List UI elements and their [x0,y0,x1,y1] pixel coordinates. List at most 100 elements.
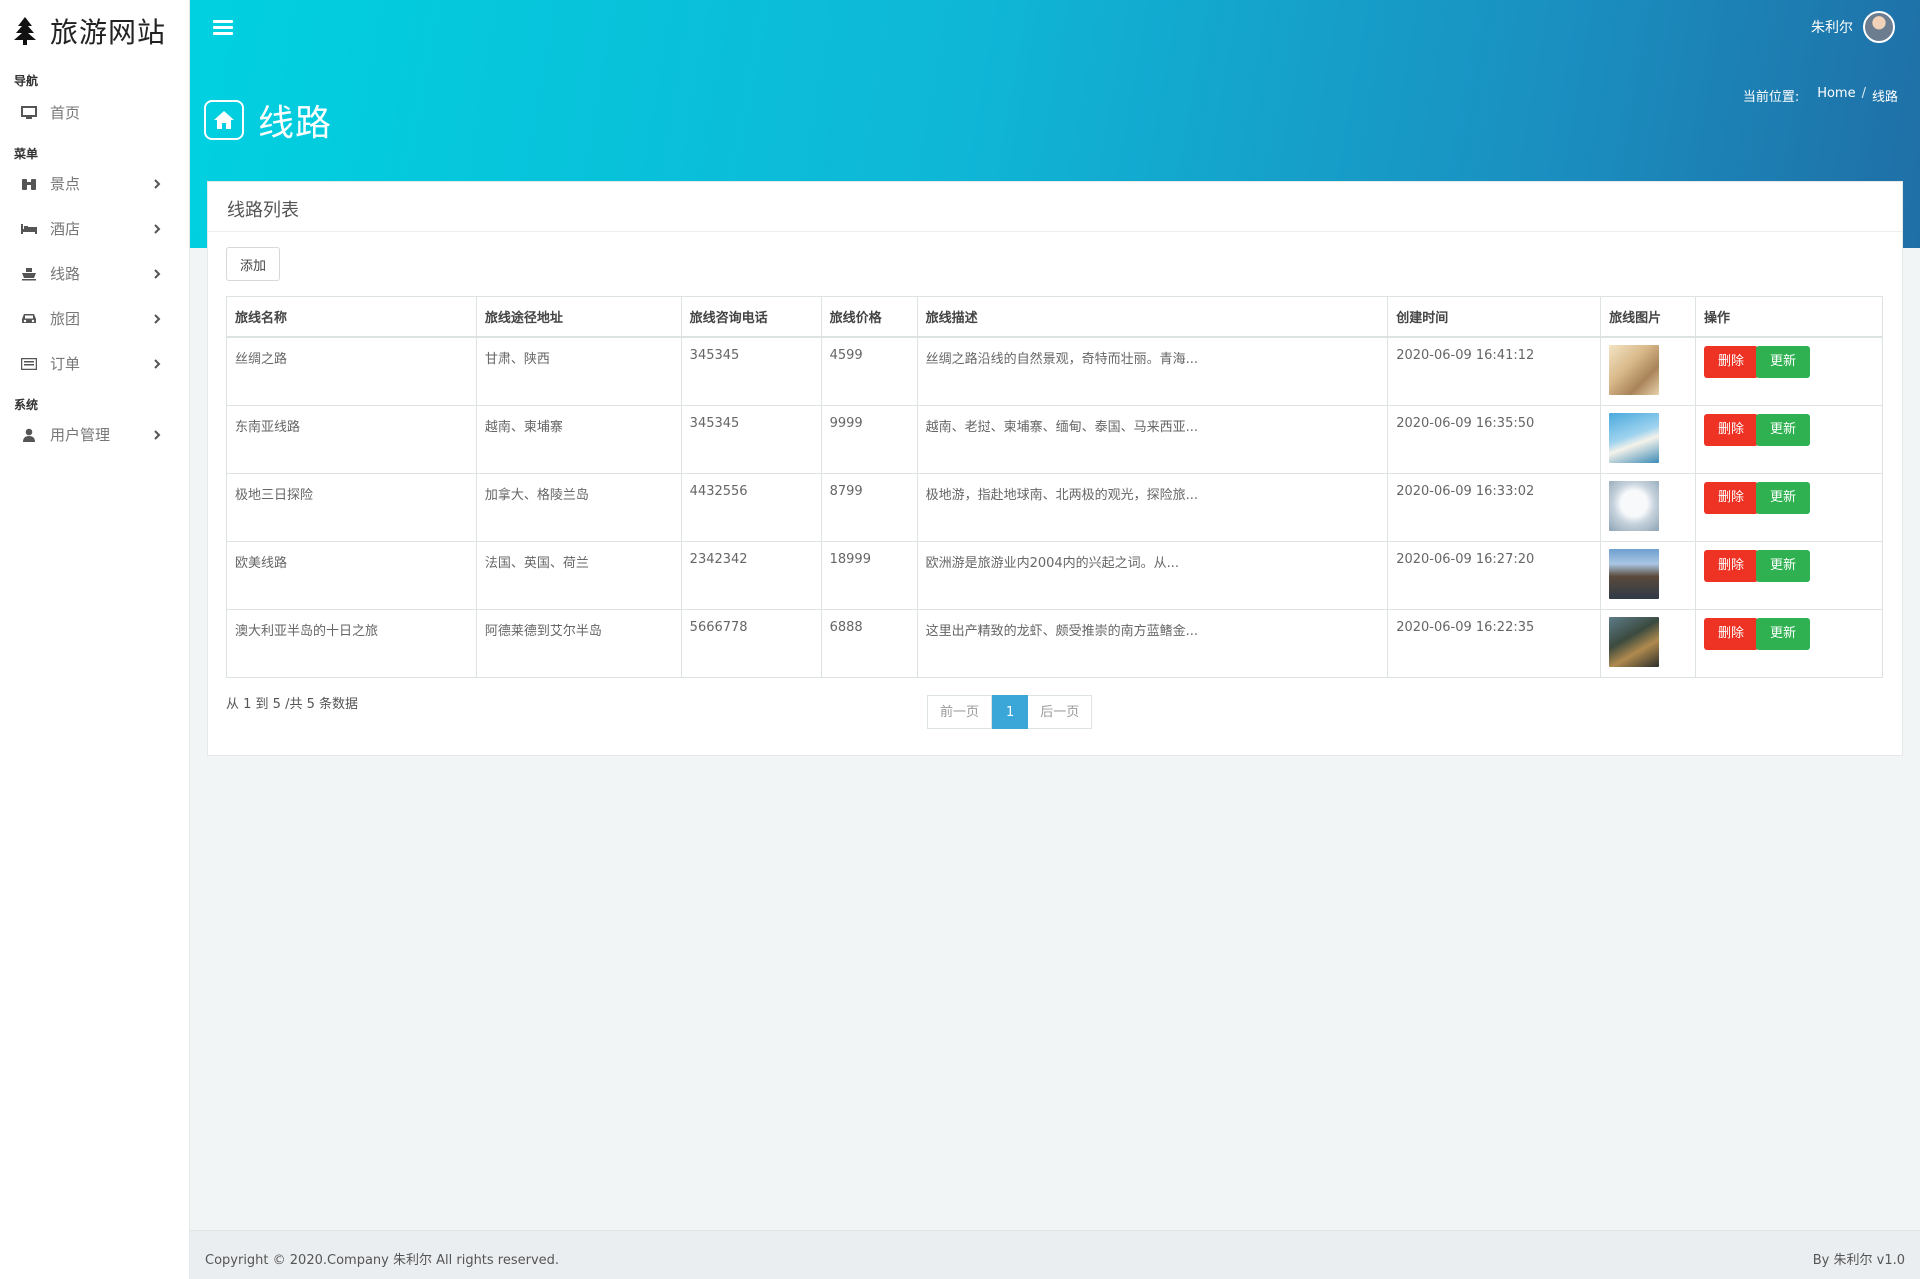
bed-icon [20,221,38,237]
route-name: 丝绸之路 [226,336,477,406]
chevron-right-icon [154,178,161,189]
column-header: 操作 [1695,296,1883,338]
sidebar-item-label: 首页 [50,104,81,122]
menu-toggle-icon[interactable] [213,20,233,36]
breadcrumb: 当前位置: Home / 线路 [1743,86,1898,105]
add-button[interactable]: 添加 [226,247,280,281]
delete-button[interactable]: 删除 [1704,618,1759,650]
update-button[interactable]: 更新 [1756,346,1811,378]
route-thumbnail [1609,345,1660,395]
footer-copyright: Copyright © 2020.Company 朱利尔 All rights … [205,1253,560,1268]
sidebar-item-home[interactable]: 首页 [0,90,189,135]
table-row: 极地三日探险 加拿大、格陵兰岛 4432556 8799 极地游，指赴地球南、北… [226,473,1883,542]
delete-button[interactable]: 删除 [1704,550,1759,582]
next-page-button[interactable]: 后一页 [1028,695,1093,729]
sidebar-item-label: 线路 [50,265,81,283]
sidebar-item-label: 旅团 [50,310,81,328]
delete-button[interactable]: 删除 [1704,414,1759,446]
route-actions: 删除 更新 [1695,541,1883,610]
sidebar-item-user-management[interactable]: 用户管理 [0,412,189,457]
route-address: 甘肃、陕西 [475,336,682,406]
ship-icon [20,266,38,282]
update-button[interactable]: 更新 [1756,414,1811,446]
route-description: 这里出产精致的龙虾、颇受推崇的南方蓝鳍金... [916,609,1389,678]
column-header: 旅线价格 [820,296,918,338]
route-created: 2020-06-09 16:33:02 [1387,473,1602,542]
route-thumbnail [1609,549,1660,599]
route-image-cell [1600,541,1697,610]
delete-button[interactable]: 删除 [1704,346,1759,378]
desktop-icon [20,105,38,121]
route-name: 极地三日探险 [226,473,477,542]
sidebar-item-orders[interactable]: 订单 [0,341,189,386]
update-button[interactable]: 更新 [1756,550,1811,582]
sidebar-item-tour-groups[interactable]: 旅团 [0,296,189,341]
route-name: 东南亚线路 [226,405,477,474]
route-address: 法国、英国、荷兰 [475,541,682,610]
page-header: 线路 [204,94,332,146]
route-image-cell [1600,336,1697,406]
route-address: 阿德莱德到艾尔半岛 [475,609,682,678]
section-menu-label: 菜单 [14,147,39,161]
route-address: 越南、柬埔寨 [475,405,682,474]
sidebar-item-label: 订单 [50,355,81,373]
route-actions: 删除 更新 [1695,336,1883,406]
chevron-right-icon [154,268,161,279]
car-icon [20,311,38,327]
sidebar-item-attractions[interactable]: 景点 [0,161,189,206]
route-actions: 删除 更新 [1695,405,1883,474]
route-created: 2020-06-09 16:35:50 [1387,405,1602,474]
page-title: 线路 [258,103,333,144]
route-address: 加拿大、格陵兰岛 [475,473,682,542]
route-actions: 删除 更新 [1695,473,1883,542]
routes-table: 旅线名称 旅线途径地址 旅线咨询电话 旅线价格 旅线描述 创建时间 旅线图片 操… [226,296,1883,678]
route-created: 2020-06-09 16:27:20 [1387,541,1602,610]
delete-button[interactable]: 删除 [1704,482,1759,514]
chevron-right-icon [154,223,161,234]
route-price: 8799 [820,473,918,542]
home-icon [204,100,244,140]
column-header: 旅线图片 [1600,296,1697,338]
route-actions: 删除 更新 [1695,609,1883,678]
brand-title: 旅游网站 [50,16,167,49]
column-header: 旅线描述 [916,296,1389,338]
sidebar-item-hotels[interactable]: 酒店 [0,206,189,251]
breadcrumb-home-link[interactable]: Home [1817,86,1855,105]
chevron-right-icon [154,429,161,440]
user-menu[interactable]: 朱利尔 [1811,11,1895,43]
breadcrumb-label: 当前位置: [1742,90,1800,105]
route-description: 欧洲游是旅游业内2004内的兴起之词。从... [916,541,1389,610]
column-header: 创建时间 [1387,296,1602,338]
brand[interactable]: 旅游网站 [0,0,189,62]
column-header: 旅线名称 [226,296,477,338]
column-header: 旅线咨询电话 [680,296,822,338]
breadcrumb-separator: / [1861,86,1866,101]
route-thumbnail [1609,481,1660,531]
table-row: 欧美线路 法国、英国、荷兰 2342342 18999 欧洲游是旅游业内2004… [226,541,1883,610]
table-row: 丝绸之路 甘肃、陕西 345345 4599 丝绸之路沿线的自然景观，奇特而壮丽… [226,336,1883,406]
route-image-cell [1600,473,1697,542]
update-button[interactable]: 更新 [1756,482,1811,514]
chevron-right-icon [154,358,161,369]
route-price: 9999 [820,405,918,474]
sidebar-item-routes[interactable]: 线路 [0,251,189,296]
route-price: 18999 [820,541,918,610]
sidebar-item-label: 景点 [50,175,81,193]
route-created: 2020-06-09 16:41:12 [1387,336,1602,406]
page-1-button[interactable]: 1 [992,695,1029,729]
route-image-cell [1600,609,1697,678]
card-title: 线路列表 [208,182,1902,232]
route-thumbnail [1609,413,1660,463]
route-phone: 345345 [680,336,822,406]
breadcrumb-current: 线路 [1871,90,1898,105]
route-description: 极地游，指赴地球南、北两极的观光，探险旅... [916,473,1389,542]
table-row: 澳大利亚半岛的十日之旅 阿德莱德到艾尔半岛 5666778 6888 这里出产精… [226,609,1883,678]
update-button[interactable]: 更新 [1756,618,1811,650]
table-header-row: 旅线名称 旅线途径地址 旅线咨询电话 旅线价格 旅线描述 创建时间 旅线图片 操… [226,296,1883,338]
route-price: 4599 [820,336,918,406]
route-phone: 345345 [680,405,822,474]
route-phone: 2342342 [680,541,822,610]
avatar [1863,11,1895,43]
user-name: 朱利尔 [1811,20,1853,36]
prev-page-button[interactable]: 前一页 [927,695,993,729]
